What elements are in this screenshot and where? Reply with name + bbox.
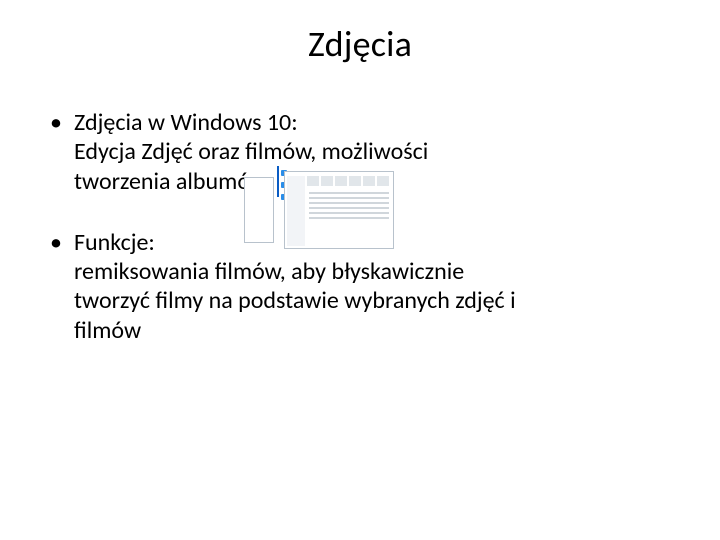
windows-desktop-screenshot-icon [277, 166, 279, 197]
slide: Zdjęcia Zdjęcia w Windows 10: Edycja Zdj… [0, 0, 720, 540]
slide-title: Zdjęcia [48, 22, 672, 66]
bullet-1-head: Zdjęcia w Windows 10: [74, 108, 672, 137]
bullet-2-line1: remiksowania filmów, aby błyskawicznie [74, 257, 672, 286]
bullet-2-line2: tworzyć filmy na podstawie wybranych zdj… [74, 286, 672, 315]
bullet-item-1: Zdjęcia w Windows 10: Edycja Zdjęć oraz … [48, 108, 672, 196]
bullet-2-head: Funkcje: [74, 228, 672, 257]
slide-body: Zdjęcia w Windows 10: Edycja Zdjęć oraz … [48, 108, 672, 345]
embedded-screenshot [277, 167, 279, 196]
bullet-1-line1: Edycja Zdjęć oraz filmów, możliwości [74, 137, 672, 166]
bullet-1-line2: tworzenia albumów [74, 167, 267, 196]
bullet-item-2: Funkcje: remiksowania filmów, aby błyska… [48, 228, 672, 345]
bullet-2-line3: filmów [74, 316, 672, 345]
bullet-list: Zdjęcia w Windows 10: Edycja Zdjęć oraz … [48, 108, 672, 345]
